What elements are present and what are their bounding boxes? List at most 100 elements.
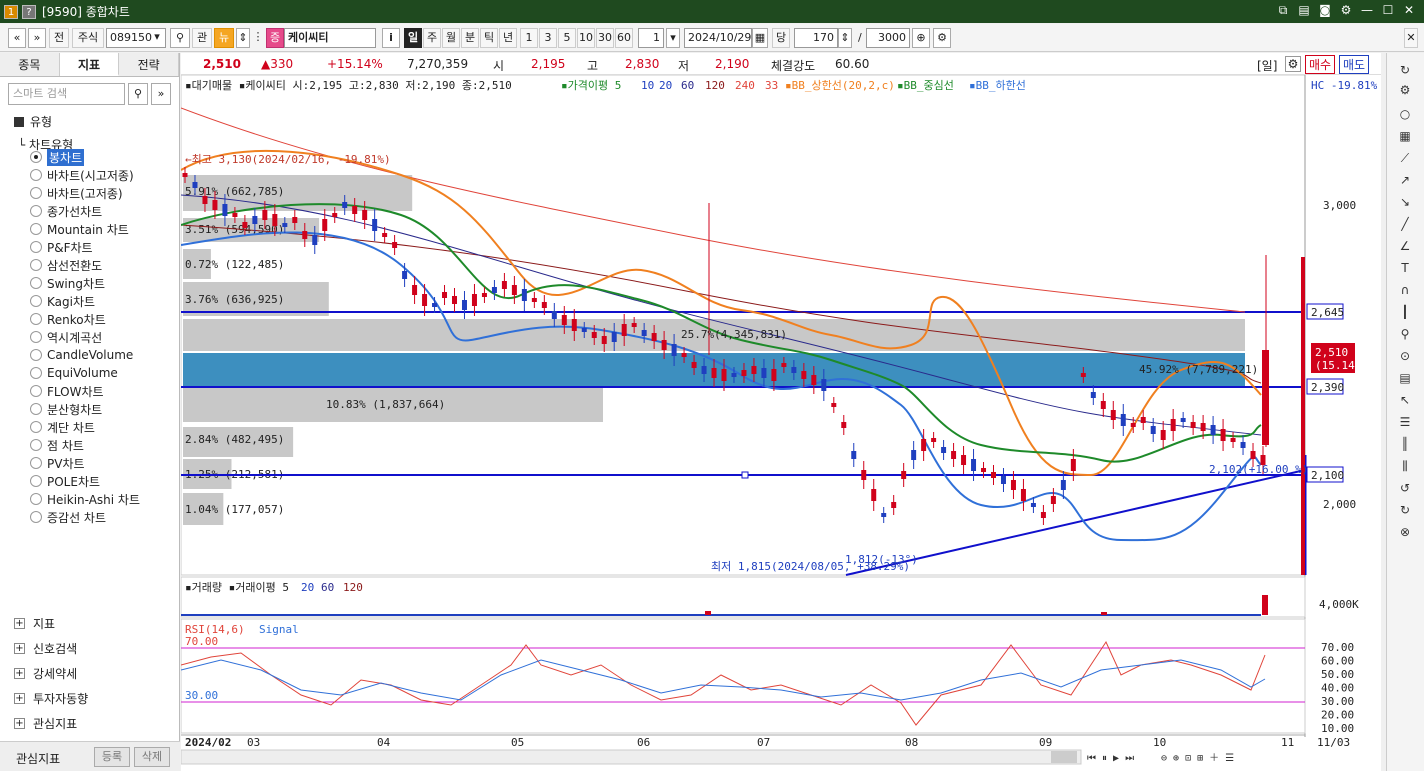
settings-icon[interactable]: ⚙ [1395, 81, 1415, 99]
interval-3[interactable]: 3 [539, 28, 557, 48]
radio-icon[interactable] [30, 457, 42, 469]
spin-icon[interactable]: ⇕ [236, 28, 250, 48]
delete-icon[interactable]: ⊗ [1395, 523, 1415, 541]
angle-icon[interactable]: ∠ [1395, 237, 1415, 255]
candle-icon[interactable]: ┃ [1395, 303, 1415, 321]
scrollbar-thumb[interactable] [1051, 751, 1077, 763]
tab-indicator[interactable]: 지표 [59, 53, 120, 76]
search-icon[interactable]: ⚲ [1395, 325, 1415, 343]
maximize-icon[interactable]: ☐ [1381, 3, 1395, 17]
chart-type-item[interactable]: 계단 차트 [30, 418, 95, 436]
total-input[interactable]: 3000 [866, 28, 910, 48]
smart-search-input[interactable]: 스마트 검색 [8, 83, 125, 105]
all-button[interactable]: 전 [49, 28, 69, 48]
buy-button[interactable]: 매수 [1305, 55, 1336, 74]
radio-icon[interactable] [30, 151, 42, 163]
tab-strategy[interactable]: 전략 [119, 53, 180, 76]
interval-5[interactable]: 5 [558, 28, 576, 48]
chart-settings-icon[interactable]: ⚙ [1285, 56, 1301, 72]
period-day[interactable]: 일 [404, 28, 422, 48]
period-year[interactable]: 년 [499, 28, 517, 48]
tab-stock[interactable]: 종목 [0, 53, 60, 76]
camera-icon[interactable]: ◙ [1318, 3, 1332, 17]
zoom-icon[interactable]: ⊕ [912, 28, 930, 48]
chart-scrollbar[interactable] [180, 749, 1082, 765]
config-icon[interactable]: ⚙ [933, 28, 951, 48]
sell-button[interactable]: 매도 [1339, 55, 1370, 74]
bars-icon[interactable]: ║ [1395, 435, 1415, 453]
link-icon[interactable]: ⧉ [1276, 3, 1290, 17]
period-week[interactable]: 주 [423, 28, 441, 48]
playback-controls[interactable]: ⏮ ⏸ ▶ ⏭ [1087, 753, 1134, 764]
stock-type-select[interactable]: 주식 [72, 28, 104, 48]
date-input[interactable]: 2024/10/29 [684, 28, 752, 48]
section-investor[interactable]: + 투자자동향 [14, 690, 88, 707]
expand-icon[interactable]: » [151, 83, 171, 105]
zoom-controls[interactable]: ⊖ ⊕ ⊡ ⊞ ＋ ☰ [1161, 753, 1234, 764]
grid-icon[interactable]: ⫼ [1395, 457, 1415, 475]
count-input[interactable]: 170 [794, 28, 838, 48]
search-icon[interactable]: ⚲ [170, 28, 190, 48]
table-icon[interactable]: ▤ [1395, 369, 1415, 387]
arrow-tool-icon[interactable]: ↘ [1395, 193, 1415, 211]
radio-icon[interactable] [30, 223, 42, 235]
copy-icon[interactable]: ▤ [1297, 3, 1311, 17]
interval-input[interactable]: 1 [638, 28, 664, 48]
chart-type-item[interactable]: 점 차트 [30, 436, 84, 454]
section-watch[interactable]: + 관심지표 [14, 715, 77, 732]
pen-icon[interactable]: ╱ [1395, 215, 1415, 233]
chart-type-item[interactable]: P&F차트 [30, 238, 93, 256]
chart-type-item[interactable]: 봉차트 [30, 148, 85, 166]
calendar-icon[interactable]: ▦ [752, 28, 768, 48]
chart-icon[interactable]: ▦ [1395, 127, 1415, 145]
chart-type-item[interactable]: 종가선차트 [30, 202, 102, 220]
magnet-icon[interactable]: ∩ [1395, 281, 1415, 299]
period-month[interactable]: 월 [442, 28, 460, 48]
radio-icon[interactable] [30, 439, 42, 451]
circle-icon[interactable]: ○ [1395, 105, 1415, 123]
interval-1[interactable]: 1 [520, 28, 538, 48]
lens-icon[interactable]: ⊙ [1395, 347, 1415, 365]
chart-type-item[interactable]: 삼선전환도 [30, 256, 102, 274]
chart-type-item[interactable]: PV차트 [30, 454, 85, 472]
list-icon[interactable]: ☰ [1395, 413, 1415, 431]
chart-type-item[interactable]: Kagi차트 [30, 292, 95, 310]
chart-type-item[interactable]: Renko차트 [30, 310, 106, 328]
radio-icon[interactable] [30, 313, 42, 325]
line-tool-icon[interactable]: ⟋ [1395, 149, 1415, 167]
help-icon[interactable]: ? [22, 4, 36, 19]
stock-chart-svg[interactable]: 5.91% (662,785)3.51% (594,590)0.72% (122… [180, 74, 1381, 771]
chart-type-item[interactable]: 바차트(고저종) [30, 184, 123, 202]
radio-icon[interactable] [30, 367, 42, 379]
chart-area[interactable]: 5.91% (662,785) 3.51% (594,590) 0.72% (122… [180, 74, 1381, 771]
line-handle[interactable] [741, 471, 749, 479]
menu-icon[interactable]: ⋮ [252, 28, 264, 48]
radio-icon[interactable] [30, 187, 42, 199]
code-dropdown-icon[interactable]: ▾ [148, 28, 166, 48]
chart-type-item[interactable]: POLE차트 [30, 472, 100, 490]
period-minute[interactable]: 분 [461, 28, 479, 48]
minimize-icon[interactable]: — [1360, 3, 1374, 17]
radio-icon[interactable] [30, 169, 42, 181]
chart-type-item[interactable]: 분산형차트 [30, 400, 102, 418]
redo-icon[interactable]: ↻ [1395, 501, 1415, 519]
radio-icon[interactable] [30, 421, 42, 433]
refresh-icon[interactable]: ↻ [1395, 61, 1415, 79]
delete-button[interactable]: 삭제 [134, 747, 170, 767]
ray-tool-icon[interactable]: ↗ [1395, 171, 1415, 189]
close-icon[interactable]: ✕ [1402, 3, 1416, 17]
search-icon[interactable]: ⚲ [128, 83, 148, 105]
interval-10[interactable]: 10 [577, 28, 595, 48]
chart-type-item[interactable]: FLOW차트 [30, 382, 104, 400]
count-spin-icon[interactable]: ⇕ [838, 28, 852, 48]
chart-type-item[interactable]: Swing차트 [30, 274, 105, 292]
tree-type-header[interactable]: 유형 [14, 113, 179, 130]
section-indicator[interactable]: + 지표 [14, 615, 55, 632]
settings-icon[interactable]: ⚙ [1339, 3, 1353, 17]
chart-type-item[interactable]: Mountain 차트 [30, 220, 129, 238]
radio-icon[interactable] [30, 493, 42, 505]
watch-button[interactable]: 관 [192, 28, 212, 48]
radio-icon[interactable] [30, 511, 42, 523]
info-button[interactable]: i [382, 28, 400, 48]
radio-icon[interactable] [30, 259, 42, 271]
